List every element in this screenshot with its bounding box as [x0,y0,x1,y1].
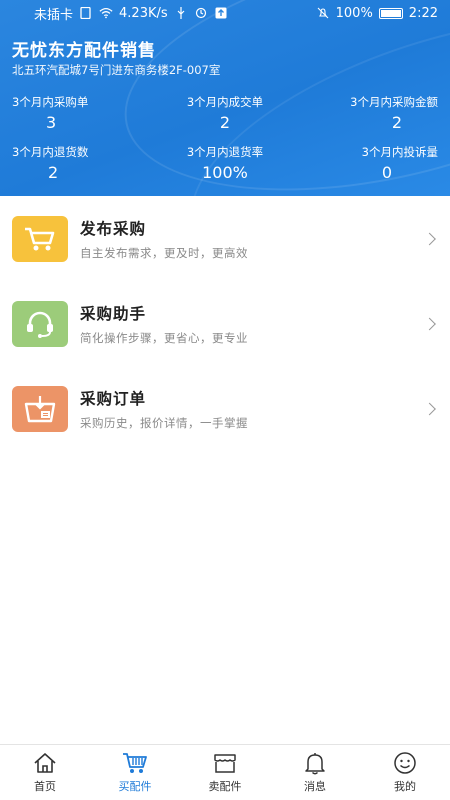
mute-icon [317,7,329,19]
menu-title: 发布采购 [80,219,147,238]
tab-label: 卖配件 [208,780,242,793]
shop-address: 北五环汽配城7号门进东商务楼2F-007室 [12,63,221,77]
stats-panel: 3个月内采购单 3 3个月内成交单 2 3个月内采购金额 2 3个月内退货数 2… [0,94,450,194]
chevron-right-icon [423,402,436,415]
stat-returns: 3个月内退货数 2 [12,144,122,194]
chevron-right-icon [423,232,436,245]
stat-label: 3个月内成交单 [186,95,264,109]
battery-percent: 100% [335,5,373,21]
menu-subtitle: 采购历史，报价详情，一手掌握 [80,415,248,430]
sim-icon [80,7,91,19]
stat-purchase-amount: 3个月内采购金额 2 [328,94,438,144]
stat-value: 3 [46,113,57,132]
menu-item-purchase-orders[interactable]: 采购订单 采购历史，报价详情，一手掌握 [0,366,450,451]
cart-icon [123,753,147,773]
stat-value: 2 [48,163,59,182]
stat-label: 3个月内退货数 [12,145,89,159]
tab-label: 消息 [304,780,326,793]
stat-value: 2 [391,113,402,132]
tab-label: 首页 [34,780,56,793]
tab-sell-parts[interactable]: 卖配件 [180,745,270,800]
menu-title: 采购助手 [80,304,147,323]
smiley-icon [394,752,416,774]
menu-subtitle: 简化操作步骤，更省心，更专业 [80,330,248,345]
menu-item-purchase-assistant[interactable]: 采购助手 简化操作步骤，更省心，更专业 [0,281,450,366]
status-bar: 未插卡 4.23K/s 100% 2:22 [0,0,450,26]
stat-value: 100% [202,163,248,182]
menu-item-publish-purchase[interactable]: 发布采购 自主发布需求，更及时，更高效 [0,196,450,281]
sync-icon [195,7,206,19]
chevron-right-icon [423,317,436,330]
stats-row: 3个月内采购单 3 3个月内成交单 2 3个月内采购金额 2 [0,94,450,144]
network-speed: 4.23K/s [119,5,168,21]
stat-value: 0 [381,163,392,182]
tab-home[interactable]: 首页 [0,745,90,800]
cart-icon [12,215,68,262]
tab-messages[interactable]: 消息 [270,745,360,800]
clock: 2:22 [408,5,438,21]
stat-label: 3个月内投诉量 [361,145,438,159]
bell-icon [305,753,325,775]
headset-icon [12,300,68,347]
tab-buy-parts[interactable]: 买配件 [90,745,180,800]
carrier-text: 未插卡 [34,7,74,23]
stat-purchase-orders: 3个月内采购单 3 [12,94,122,144]
menu-title: 采购订单 [80,389,147,408]
stat-label: 3个月内采购单 [12,95,89,109]
stat-value: 2 [219,113,231,132]
stat-label: 3个月内退货率 [186,145,264,159]
stat-complaints: 3个月内投诉量 0 [328,144,438,194]
tab-label: 我的 [394,780,416,793]
bottom-tab-bar: 首页 买配件 卖配件 消息 我的 [0,744,450,800]
home-icon [34,753,56,773]
store-header: 未插卡 4.23K/s 100% 2:22 无忧东方配件销售 北五环汽配城7号门… [0,0,450,196]
stats-row: 3个月内退货数 2 3个月内退货率 100% 3个月内投诉量 0 [0,144,450,194]
shop-name: 无忧东方配件销售 [12,41,156,61]
order-box-icon [12,385,68,432]
stat-return-rate: 3个月内退货率 100% [170,144,280,194]
tab-label: 买配件 [118,780,152,793]
stat-deals: 3个月内成交单 2 [170,94,280,144]
wifi-icon [99,8,113,19]
tab-profile[interactable]: 我的 [360,745,450,800]
stat-label: 3个月内采购金额 [350,95,438,109]
battery-icon [378,7,403,19]
usb-icon [177,7,185,19]
menu-subtitle: 自主发布需求，更及时，更高效 [80,245,248,260]
purchase-menu: 发布采购 自主发布需求，更及时，更高效 采购助手 简化操作步骤，更省心，更专业 … [0,196,450,451]
store-icon [214,754,236,773]
upload-icon [215,7,227,19]
